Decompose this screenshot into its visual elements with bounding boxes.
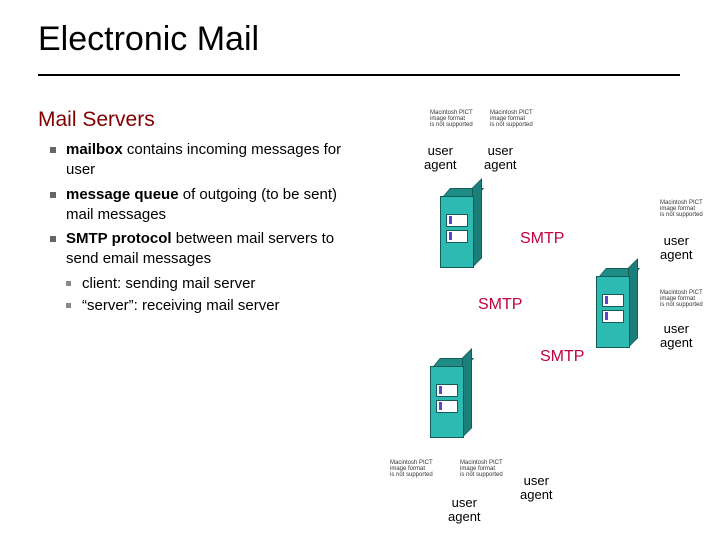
bullet-smtp-bold: SMTP protocol xyxy=(66,230,172,247)
bullet-queue-bold: message queue xyxy=(66,186,179,203)
bullet-smtp-protocol: SMTP protocol between mail servers to se… xyxy=(50,229,360,270)
mail-server-icon-1 xyxy=(440,188,480,268)
bullet-mailbox-bold: mailbox xyxy=(66,141,123,158)
slide: Electronic Mail Mail Servers mailbox con… xyxy=(0,0,720,540)
pict-missing-5: Macintosh PICTimage formatis not support… xyxy=(390,460,436,478)
user-agent-label-5: useragent xyxy=(520,474,553,503)
user-agent-label-1: useragent xyxy=(424,144,457,173)
smtp-label-3: SMTP xyxy=(540,348,584,366)
subheading: Mail Servers xyxy=(38,108,155,132)
pict-missing-1: Macintosh PICTimage formatis not support… xyxy=(430,110,476,128)
pict-missing-3: Macintosh PICTimage formatis not support… xyxy=(660,200,706,218)
bullet-message-queue: message queue of outgoing (to be sent) m… xyxy=(50,185,360,226)
pict-missing-2: Macintosh PICTimage formatis not support… xyxy=(490,110,536,128)
user-agent-label-2: useragent xyxy=(484,144,517,173)
title-underline xyxy=(38,74,680,76)
bullet-mailbox: mailbox contains incoming messages for u… xyxy=(50,140,360,181)
mail-server-icon-2 xyxy=(596,268,636,348)
mail-server-icon-3 xyxy=(430,358,470,438)
pict-missing-6: Macintosh PICTimage formatis not support… xyxy=(460,460,506,478)
user-agent-label-3: useragent xyxy=(660,234,693,263)
architecture-diagram: Macintosh PICTimage formatis not support… xyxy=(370,100,710,530)
pict-missing-4: Macintosh PICTimage formatis not support… xyxy=(660,290,706,308)
user-agent-label-4: useragent xyxy=(660,322,693,351)
smtp-label-1: SMTP xyxy=(520,230,564,248)
bullet-list: mailbox contains incoming messages for u… xyxy=(50,140,360,318)
user-agent-label-6: useragent xyxy=(448,496,481,525)
bullet-server: “server”: receiving mail server xyxy=(50,296,360,316)
smtp-label-2: SMTP xyxy=(478,296,522,314)
slide-title: Electronic Mail xyxy=(38,20,259,59)
bullet-client: client: sending mail server xyxy=(50,274,360,294)
